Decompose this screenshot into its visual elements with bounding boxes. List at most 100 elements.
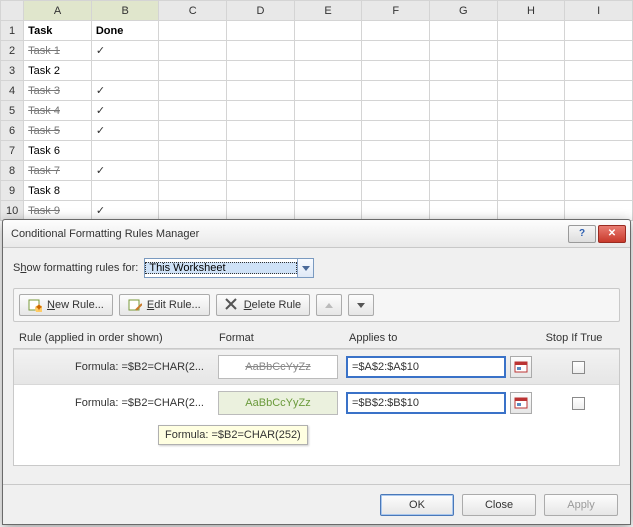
cell[interactable]: ✓ — [91, 41, 159, 61]
cell[interactable] — [497, 61, 565, 81]
col-header-F[interactable]: F — [362, 1, 430, 21]
cell[interactable] — [159, 181, 227, 201]
cell[interactable] — [159, 61, 227, 81]
cell[interactable]: Done — [91, 21, 159, 41]
cell[interactable] — [227, 181, 295, 201]
cell[interactable]: Task 4 — [24, 101, 92, 121]
cell[interactable] — [91, 61, 159, 81]
cell[interactable] — [294, 101, 362, 121]
row-header[interactable]: 10 — [1, 201, 24, 221]
ok-button[interactable]: OK — [380, 494, 454, 516]
close-window-button[interactable]: ✕ — [598, 225, 626, 243]
row-header[interactable]: 9 — [1, 181, 24, 201]
cell[interactable]: Task 2 — [24, 61, 92, 81]
cell[interactable] — [159, 141, 227, 161]
chevron-down-icon[interactable] — [297, 259, 313, 277]
cell[interactable] — [362, 61, 430, 81]
cell[interactable]: Task 1 — [24, 41, 92, 61]
cell[interactable]: ✓ — [91, 81, 159, 101]
spreadsheet-grid[interactable]: A B C D E F G H I 1 Task Done 2Task 1✓3T… — [0, 0, 633, 221]
applies-to-input[interactable]: =$A$2:$A$10 — [346, 356, 506, 378]
cell[interactable]: Task 8 — [24, 181, 92, 201]
cell[interactable] — [294, 161, 362, 181]
cell[interactable] — [362, 141, 430, 161]
delete-rule-button[interactable]: Delete Rule — [216, 294, 311, 316]
row-header[interactable]: 2 — [1, 41, 24, 61]
cell[interactable] — [430, 21, 498, 41]
stop-if-true-checkbox[interactable] — [572, 361, 585, 374]
cell[interactable] — [497, 181, 565, 201]
cell[interactable] — [294, 121, 362, 141]
cell[interactable] — [430, 61, 498, 81]
cell[interactable]: Task 5 — [24, 121, 92, 141]
cell[interactable] — [565, 101, 633, 121]
cell[interactable] — [294, 141, 362, 161]
cell[interactable] — [430, 101, 498, 121]
rules-list[interactable]: Formula: =$B2=CHAR(2... AaBbCcYyZz =$A$2… — [13, 348, 620, 466]
cell[interactable] — [565, 41, 633, 61]
cell[interactable] — [565, 181, 633, 201]
cell[interactable] — [227, 41, 295, 61]
cell[interactable] — [497, 201, 565, 221]
cell[interactable] — [362, 161, 430, 181]
cell[interactable] — [362, 41, 430, 61]
cell[interactable] — [227, 141, 295, 161]
col-header-C[interactable]: C — [159, 1, 227, 21]
row-header[interactable]: 7 — [1, 141, 24, 161]
col-header-G[interactable]: G — [430, 1, 498, 21]
col-header-D[interactable]: D — [227, 1, 295, 21]
row-header[interactable]: 5 — [1, 101, 24, 121]
cell[interactable] — [294, 21, 362, 41]
cell[interactable]: Task 3 — [24, 81, 92, 101]
cell[interactable] — [565, 61, 633, 81]
cell[interactable]: Task 9 — [24, 201, 92, 221]
cell[interactable] — [227, 61, 295, 81]
cell[interactable]: ✓ — [91, 161, 159, 181]
cell[interactable] — [565, 21, 633, 41]
move-up-button[interactable] — [316, 294, 342, 316]
cell[interactable] — [497, 141, 565, 161]
cell[interactable] — [362, 201, 430, 221]
cell[interactable] — [430, 41, 498, 61]
new-rule-button[interactable]: ✦ New Rule... — [19, 294, 113, 316]
cell[interactable] — [159, 161, 227, 181]
cell[interactable] — [159, 201, 227, 221]
select-all-corner[interactable] — [1, 1, 24, 21]
cell[interactable] — [565, 141, 633, 161]
cell[interactable] — [565, 81, 633, 101]
applies-to-input[interactable]: =$B$2:$B$10 — [346, 392, 506, 414]
close-button[interactable]: Close — [462, 494, 536, 516]
help-button[interactable]: ? — [568, 225, 596, 243]
scope-dropdown[interactable]: This Worksheet — [144, 258, 314, 278]
cell[interactable] — [497, 101, 565, 121]
row-header[interactable]: 8 — [1, 161, 24, 181]
cell[interactable] — [430, 121, 498, 141]
cell[interactable] — [294, 181, 362, 201]
cell[interactable] — [362, 101, 430, 121]
col-header-A[interactable]: A — [24, 1, 92, 21]
cell[interactable] — [430, 81, 498, 101]
cell[interactable] — [159, 121, 227, 141]
cell[interactable] — [159, 21, 227, 41]
cell[interactable] — [362, 21, 430, 41]
cell[interactable] — [227, 81, 295, 101]
cell[interactable] — [362, 181, 430, 201]
cell[interactable]: Task 6 — [24, 141, 92, 161]
dialog-titlebar[interactable]: Conditional Formatting Rules Manager ? ✕ — [3, 220, 630, 248]
cell[interactable]: ✓ — [91, 201, 159, 221]
cell[interactable] — [362, 121, 430, 141]
cell[interactable] — [497, 121, 565, 141]
cell[interactable] — [430, 161, 498, 181]
cell[interactable]: ✓ — [91, 101, 159, 121]
cell[interactable] — [294, 61, 362, 81]
col-header-B[interactable]: B — [91, 1, 159, 21]
cell[interactable] — [565, 121, 633, 141]
cell[interactable] — [159, 81, 227, 101]
cell[interactable] — [362, 81, 430, 101]
cell[interactable] — [430, 141, 498, 161]
cell[interactable] — [227, 201, 295, 221]
cell[interactable] — [497, 81, 565, 101]
edit-rule-button[interactable]: Edit Rule... — [119, 294, 210, 316]
cell[interactable]: Task 7 — [24, 161, 92, 181]
cell[interactable]: ✓ — [91, 121, 159, 141]
